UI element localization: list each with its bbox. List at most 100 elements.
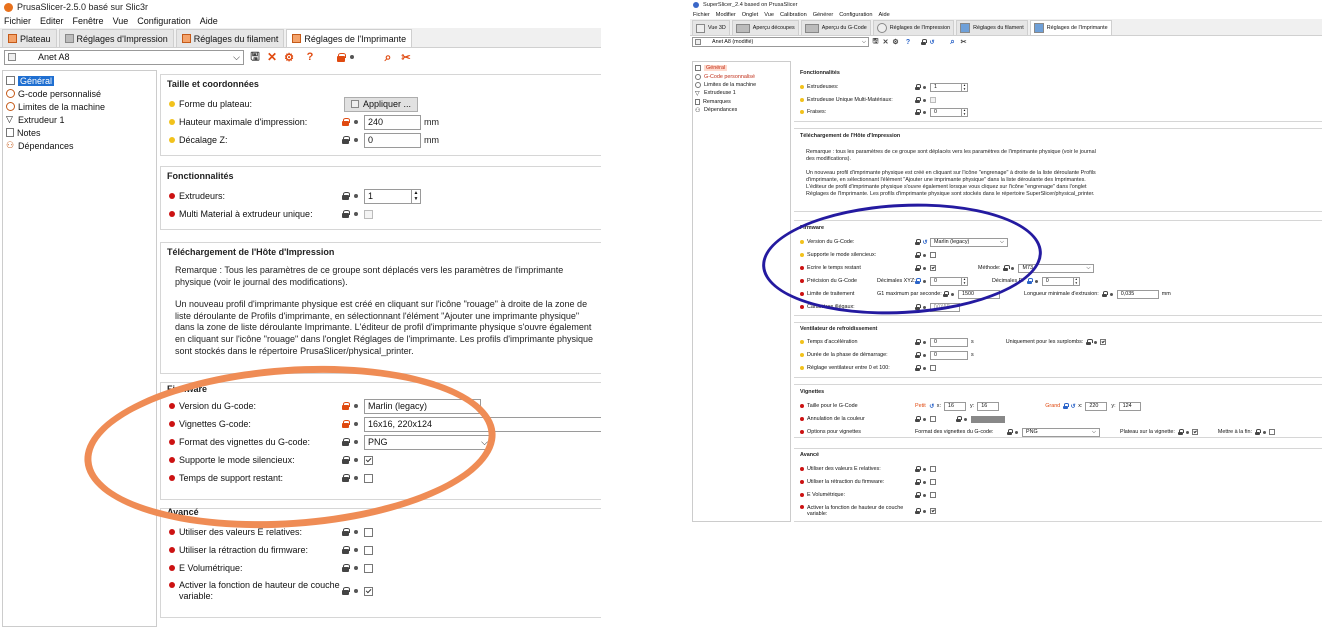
gcode-flavor-select[interactable]: Marlin (legacy) ⌵ (930, 237, 1008, 247)
lock-icon[interactable] (915, 466, 922, 472)
lock-icon[interactable] (342, 456, 350, 464)
bullet-icon[interactable] (354, 548, 358, 552)
printer-preset-combo[interactable]: Anet A8 ⌵ (4, 49, 244, 65)
save-preset-icon[interactable]: 🖫 (249, 48, 261, 67)
bullet-icon[interactable] (354, 589, 358, 593)
bullet-icon[interactable] (1094, 340, 1098, 344)
fan-acceleration-input[interactable]: 0 (930, 337, 968, 347)
bullet-icon[interactable] (923, 509, 926, 513)
bullet-icon[interactable] (354, 194, 358, 198)
bullet-icon[interactable] (1034, 279, 1038, 283)
thumbnail-format-select[interactable]: PNG ⌵ (1022, 427, 1100, 437)
lock-icon[interactable] (342, 587, 350, 595)
lock-icon[interactable] (1101, 291, 1108, 297)
overhangs-only-checkbox[interactable] (1100, 339, 1107, 345)
unlocked-icon[interactable] (1026, 278, 1034, 284)
min-extrusion-length-input[interactable]: 0,035 (1116, 289, 1159, 299)
tab-printer-settings[interactable]: Réglages de l'Imprimante (1029, 20, 1112, 35)
bullet-icon[interactable] (923, 493, 926, 497)
search-icon[interactable]: ⌕ (381, 50, 395, 65)
fan-percent-checkbox[interactable] (930, 365, 936, 371)
lock-icon[interactable] (915, 265, 922, 271)
lock-icon[interactable] (915, 304, 922, 310)
variable-layer-checkbox[interactable] (364, 586, 373, 596)
lock-icon[interactable] (342, 546, 350, 554)
bullet-icon[interactable] (923, 85, 926, 89)
z-offset-input[interactable]: 0 (364, 132, 421, 148)
tab-print-settings[interactable]: Réglages de l'Impression (872, 20, 955, 35)
nav-item-dependencies[interactable]: ⚇ Dépendances (695, 106, 788, 114)
lock-icon[interactable] (1007, 429, 1014, 435)
spin-buttons[interactable]: ▲ ▼ (961, 108, 967, 116)
gear-icon[interactable]: ⚙ (892, 38, 899, 46)
nav-item-general[interactable]: Général (695, 64, 788, 72)
bullet-icon[interactable] (923, 340, 926, 344)
save-preset-icon[interactable]: 🖫 (872, 37, 879, 48)
bullet-icon[interactable] (354, 476, 358, 480)
bullet-icon[interactable] (923, 266, 926, 270)
tab-printer-settings[interactable]: Réglages de l'Imprimante (286, 29, 413, 47)
lock-icon[interactable] (915, 252, 922, 258)
lock-icon[interactable] (342, 528, 350, 536)
bullet-icon[interactable] (1263, 430, 1266, 434)
spin-buttons[interactable]: ▲ ▼ (961, 83, 967, 91)
menu-view[interactable]: Vue (113, 16, 129, 26)
nav-item-dependencies[interactable]: ⚇ Dépendances (6, 139, 153, 152)
relative-e-checkbox[interactable] (930, 466, 936, 472)
extruders-spinner[interactable]: 1 ▲ ▼ (364, 188, 421, 204)
bullet-icon[interactable] (1185, 430, 1189, 434)
decimals-xyz-spinner[interactable]: 0 ▲ ▼ (930, 276, 968, 286)
delete-preset-icon[interactable]: ✕ (882, 38, 889, 46)
menu-file[interactable]: Fichier (4, 16, 31, 26)
lock-icon[interactable] (915, 365, 922, 371)
nav-item-machine-limits[interactable]: Limites de la machine (6, 100, 153, 113)
lock-icon[interactable] (342, 136, 350, 144)
bullet-icon[interactable] (1011, 266, 1015, 270)
unlocked-icon[interactable] (342, 402, 350, 410)
menu-window[interactable]: Fenêtre (73, 16, 104, 26)
undo-arrow-icon[interactable]: ↺ (929, 39, 935, 46)
nav-item-notes[interactable]: Remarques (695, 98, 788, 106)
lock-icon[interactable] (915, 97, 922, 103)
unlocked-icon[interactable] (342, 420, 350, 428)
bullet-icon[interactable] (923, 305, 926, 309)
menu-help[interactable]: Aide (879, 12, 890, 18)
lock-icon[interactable] (337, 52, 346, 62)
big-thumb-x-input[interactable]: 220 (1085, 401, 1108, 411)
help-icon[interactable]: ? (902, 39, 914, 46)
spin-buttons[interactable]: ▲ ▼ (961, 277, 967, 285)
bullet-icon[interactable] (923, 98, 926, 102)
undo-arrow-icon[interactable]: ↺ (929, 403, 935, 410)
put-at-end-checkbox[interactable] (1269, 429, 1275, 435)
bullet-icon[interactable] (923, 110, 926, 114)
compare-icon[interactable]: ✂ (960, 38, 967, 46)
nav-item-extruder-1[interactable]: ▽ Extrudeuse 1 (695, 89, 788, 97)
silent-mode-checkbox[interactable] (930, 252, 936, 258)
unlocked-icon[interactable] (1063, 403, 1070, 409)
bullet-icon[interactable] (923, 480, 926, 484)
lock-icon[interactable] (915, 479, 922, 485)
remaining-time-checkbox[interactable] (930, 265, 936, 271)
unlocked-icon[interactable] (342, 118, 350, 126)
lock-icon[interactable] (915, 239, 922, 245)
bullet-icon[interactable] (354, 530, 358, 534)
lock-icon[interactable] (915, 416, 922, 422)
tab-3d-view[interactable]: Vue 3D (692, 20, 730, 35)
bullet-icon[interactable] (350, 55, 354, 59)
undo-arrow-icon[interactable]: ↺ (1070, 403, 1076, 410)
bullet-icon[interactable] (923, 467, 926, 471)
printer-preset-combo[interactable]: Anet A8 (modifié) ⌵ (692, 37, 869, 47)
lock-icon[interactable] (342, 192, 350, 200)
lock-icon[interactable] (921, 39, 928, 45)
lock-icon[interactable] (1255, 429, 1262, 435)
compare-icon[interactable]: ✂ (400, 51, 412, 64)
bed-on-thumbnail-checkbox[interactable] (1191, 429, 1198, 435)
bullet-icon[interactable] (354, 212, 358, 216)
lock-icon[interactable] (342, 474, 350, 482)
bullet-icon[interactable] (923, 417, 926, 421)
gear-icon[interactable]: ⚙ (283, 51, 295, 64)
kickstart-input[interactable]: 0 (930, 350, 968, 360)
bullet-icon[interactable] (964, 417, 967, 421)
bullet-icon[interactable] (923, 353, 926, 357)
bed-shape-button[interactable]: Appliquer ... (344, 96, 419, 112)
